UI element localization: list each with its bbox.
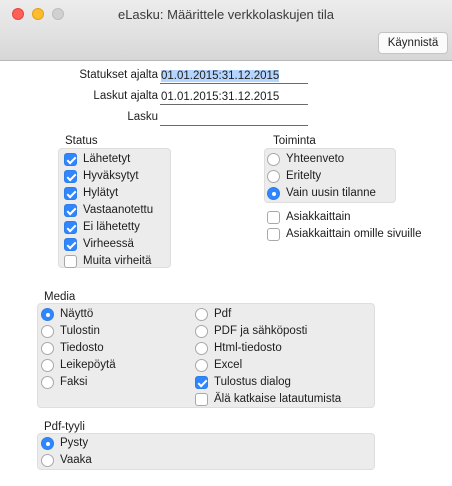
checkbox[interactable] [64, 221, 77, 234]
media-group-title: Media [44, 291, 76, 303]
window: eLasku: Määrittele verkkolaskujen tila K… [0, 0, 452, 486]
checkbox[interactable] [64, 153, 77, 166]
radio[interactable] [195, 342, 208, 355]
status-period-field[interactable]: 01.01.2015:31.12.2015 [160, 68, 308, 84]
media-group: Näyttö Tulostin Tiedosto Leikepöytä Faks… [37, 303, 375, 408]
radio[interactable] [41, 376, 54, 389]
toolbar: Käynnistä [0, 29, 452, 61]
checkbox[interactable] [195, 376, 208, 389]
invoice-period-field[interactable]: 01.01.2015:31.12.2015 [160, 89, 308, 105]
checkbox[interactable] [64, 255, 77, 268]
radio[interactable] [41, 437, 54, 450]
invoice-label: Lasku [127, 111, 158, 123]
radio[interactable] [41, 342, 54, 355]
radio[interactable] [267, 187, 280, 200]
checkbox[interactable] [267, 228, 280, 241]
invoice-field[interactable] [160, 110, 308, 126]
radio[interactable] [195, 359, 208, 372]
radio[interactable] [267, 170, 280, 183]
checkbox[interactable] [64, 204, 77, 217]
checkbox[interactable] [64, 238, 77, 251]
toiminta-group-title: Toiminta [273, 135, 316, 147]
checkbox[interactable] [64, 170, 77, 183]
radio[interactable] [41, 325, 54, 338]
toiminta-group: Yhteenveto Eritelty Vain uusin tilanne [264, 148, 396, 203]
status-group-title: Status [65, 135, 98, 147]
checkbox[interactable] [195, 393, 208, 406]
radio[interactable] [195, 308, 208, 321]
window-title: eLasku: Määrittele verkkolaskujen tila [117, 7, 335, 22]
title-bar: eLasku: Määrittele verkkolaskujen tila [0, 0, 452, 29]
radio[interactable] [41, 359, 54, 372]
status-period-selected-text: 01.01.2015:31.12.2015 [161, 70, 280, 82]
radio[interactable] [195, 325, 208, 338]
radio[interactable] [41, 308, 54, 321]
radio[interactable] [267, 153, 280, 166]
invoice-period-label: Laskut ajalta [93, 90, 158, 102]
pdf-style-group-title: Pdf-tyyli [44, 421, 85, 433]
pdf-style-group: Pysty Vaaka [37, 433, 375, 470]
checkbox[interactable] [64, 187, 77, 200]
checkbox[interactable] [267, 211, 280, 224]
start-button[interactable]: Käynnistä [378, 32, 448, 54]
radio[interactable] [41, 454, 54, 467]
status-group: Lähetetyt Hyväksytyt Hylätyt Vastaanotet… [58, 148, 171, 268]
status-period-label: Statukset ajalta [79, 69, 158, 81]
